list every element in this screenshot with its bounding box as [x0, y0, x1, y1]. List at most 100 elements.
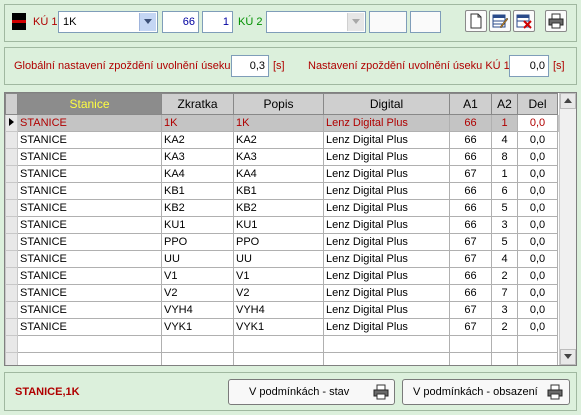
table-cell[interactable]: STANICE	[17, 182, 162, 200]
table-cell[interactable]	[323, 335, 450, 353]
row-indicator[interactable]	[5, 148, 18, 166]
table-cell[interactable]	[491, 352, 518, 365]
ku2-port-field[interactable]	[410, 11, 441, 33]
conditions-occupancy-button[interactable]: V podmínkách - obsazení	[402, 379, 570, 405]
row-indicator[interactable]	[5, 284, 18, 302]
table-row[interactable]: STANICE KA4 KA4 Lenz Digital Plus 67 1 0,0	[5, 165, 563, 183]
table-cell[interactable]: 67	[449, 233, 492, 251]
edit-record-button[interactable]	[489, 10, 511, 32]
table-cell[interactable]: VYH4	[233, 301, 324, 319]
table-cell[interactable]: 66	[449, 148, 492, 166]
column-header-a1[interactable]: A1	[449, 93, 492, 115]
table-cell[interactable]: 0,0	[517, 301, 558, 319]
table-cell[interactable]	[233, 335, 324, 353]
table-cell[interactable]: Lenz Digital Plus	[323, 301, 450, 319]
table-cell[interactable]: STANICE	[17, 318, 162, 336]
table-cell[interactable]	[517, 335, 558, 353]
row-indicator[interactable]	[5, 165, 18, 183]
print-button[interactable]	[545, 10, 567, 32]
table-cell[interactable]	[17, 352, 162, 365]
table-cell[interactable]: 0,0	[517, 233, 558, 251]
column-header-zkratka[interactable]: Zkratka	[161, 93, 234, 115]
table-cell[interactable]: 3	[491, 301, 518, 319]
table-row[interactable]: STANICE 1K 1K Lenz Digital Plus 66 1 0,0	[5, 114, 563, 132]
table-cell[interactable]: Lenz Digital Plus	[323, 267, 450, 285]
table-cell[interactable]: KA3	[233, 148, 324, 166]
table-cell[interactable]: 0,0	[517, 284, 558, 302]
row-indicator[interactable]	[5, 199, 18, 217]
table-cell[interactable]: Lenz Digital Plus	[323, 114, 450, 132]
table-cell[interactable]: 67	[449, 301, 492, 319]
table-cell[interactable]: VYK1	[233, 318, 324, 336]
table-cell[interactable]: V2	[233, 284, 324, 302]
current-row-indicator[interactable]	[5, 114, 18, 132]
table-cell[interactable]: STANICE	[17, 250, 162, 268]
scroll-up-button[interactable]	[560, 93, 576, 109]
table-cell[interactable]: 0,0	[517, 216, 558, 234]
table-cell[interactable]: Lenz Digital Plus	[323, 216, 450, 234]
table-cell[interactable]: KB2	[233, 199, 324, 217]
table-cell[interactable]: 66	[449, 182, 492, 200]
column-header-stanice[interactable]: Stanice	[17, 93, 162, 115]
table-row[interactable]: STANICE KU1 KU1 Lenz Digital Plus 66 3 0,0	[5, 216, 563, 234]
ku1-address-field[interactable]: 66	[162, 11, 199, 33]
delete-record-button[interactable]	[513, 10, 535, 32]
table-cell[interactable]: 0,0	[517, 318, 558, 336]
new-record-button[interactable]	[465, 10, 487, 32]
table-cell[interactable]: KA3	[161, 148, 234, 166]
row-indicator[interactable]	[5, 233, 18, 251]
table-cell[interactable]	[491, 335, 518, 353]
table-cell[interactable]: VYK1	[161, 318, 234, 336]
table-cell[interactable]: KU1	[233, 216, 324, 234]
ku2-select[interactable]	[266, 11, 366, 33]
table-cell[interactable]: Lenz Digital Plus	[323, 318, 450, 336]
column-header-popis[interactable]: Popis	[233, 93, 324, 115]
scroll-down-button[interactable]	[560, 349, 576, 365]
row-indicator[interactable]	[5, 250, 18, 268]
column-header-a2[interactable]: A2	[491, 93, 518, 115]
chevron-down-icon[interactable]	[139, 13, 156, 31]
table-cell[interactable]: 1K	[233, 114, 324, 132]
table-cell[interactable]	[17, 335, 162, 353]
table-cell[interactable]: Lenz Digital Plus	[323, 250, 450, 268]
table-cell[interactable]: V1	[233, 267, 324, 285]
table-cell[interactable]: 0,0	[517, 148, 558, 166]
table-row[interactable]: STANICE KA3 KA3 Lenz Digital Plus 66 8 0,0	[5, 148, 563, 166]
table-cell[interactable]: PPO	[233, 233, 324, 251]
row-indicator[interactable]	[5, 131, 18, 149]
row-indicator[interactable]	[5, 301, 18, 319]
row-indicator[interactable]	[5, 352, 18, 365]
table-row[interactable]: STANICE V1 V1 Lenz Digital Plus 66 2 0,0	[5, 267, 563, 285]
table-row[interactable]: STANICE VYK1 VYK1 Lenz Digital Plus 67 2 0,0	[5, 318, 563, 336]
row-indicator[interactable]	[5, 267, 18, 285]
table-cell[interactable]: KA2	[233, 131, 324, 149]
table-cell[interactable]: 0,0	[517, 182, 558, 200]
table-cell[interactable]: STANICE	[17, 114, 162, 132]
table-cell[interactable]: 66	[449, 114, 492, 132]
table-cell[interactable]: 0,0	[517, 199, 558, 217]
row-indicator[interactable]	[5, 318, 18, 336]
ku1-port-field[interactable]: 1	[202, 11, 233, 33]
grid-vertical-scrollbar[interactable]	[559, 93, 576, 365]
table-row[interactable]: STANICE VYH4 VYH4 Lenz Digital Plus 67 3 0,0	[5, 301, 563, 319]
ku1-delay-input[interactable]: 0,0	[509, 55, 549, 77]
table-cell[interactable]: 0,0	[517, 267, 558, 285]
table-cell[interactable]: VYH4	[161, 301, 234, 319]
table-cell[interactable]: 67	[449, 165, 492, 183]
table-cell[interactable]: 0,0	[517, 165, 558, 183]
table-cell[interactable]: KA4	[233, 165, 324, 183]
table-cell[interactable]: STANICE	[17, 216, 162, 234]
table-cell[interactable]: UU	[161, 250, 234, 268]
table-cell[interactable]: 0,0	[517, 131, 558, 149]
table-cell[interactable]: 67	[449, 250, 492, 268]
table-cell[interactable]: STANICE	[17, 267, 162, 285]
ku2-address-field[interactable]	[369, 11, 407, 33]
conditions-state-button[interactable]: V podmínkách - stav	[228, 379, 395, 405]
table-row[interactable]: STANICE KA2 KA2 Lenz Digital Plus 66 4 0,0	[5, 131, 563, 149]
table-cell[interactable]: 67	[449, 318, 492, 336]
table-cell[interactable]: 5	[491, 199, 518, 217]
row-indicator[interactable]	[5, 335, 18, 353]
table-cell[interactable]: STANICE	[17, 301, 162, 319]
table-row[interactable]: STANICE PPO PPO Lenz Digital Plus 67 5 0,0	[5, 233, 563, 251]
table-cell[interactable]: KB2	[161, 199, 234, 217]
